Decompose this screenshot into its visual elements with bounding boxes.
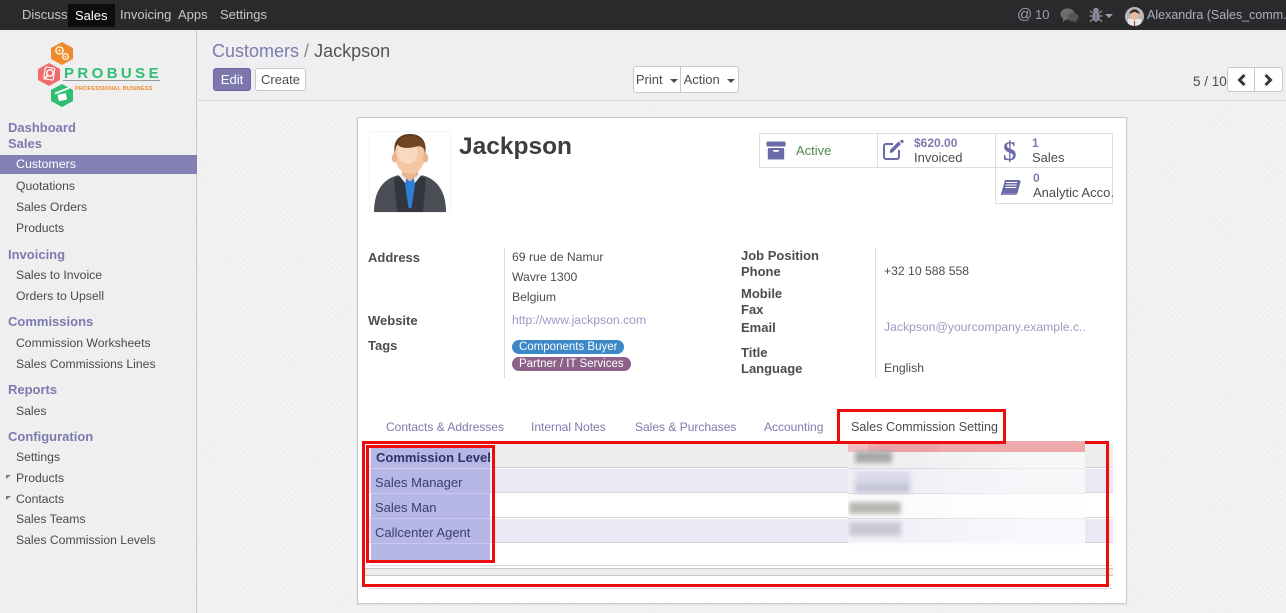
svg-text:PROFESSIONAL BUSINESS: PROFESSIONAL BUSINESS: [75, 86, 153, 92]
svg-text:PROBUSE: PROBUSE: [64, 65, 162, 82]
